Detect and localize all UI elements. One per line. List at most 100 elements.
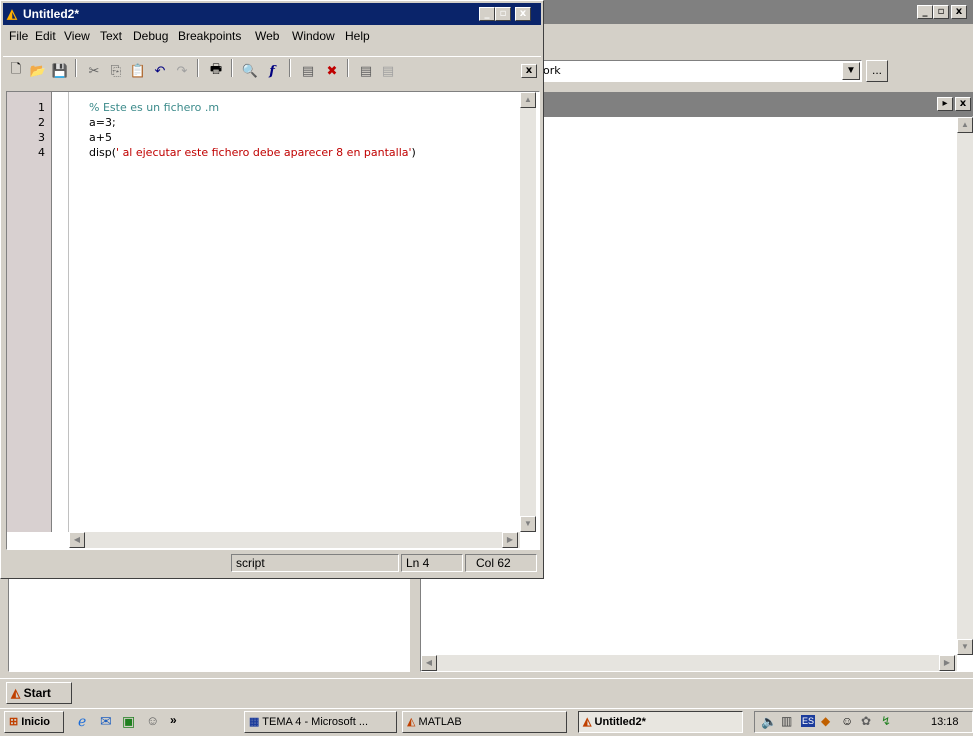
code-function: disp( [89, 146, 117, 159]
code-text[interactable]: a=3; [89, 115, 116, 130]
scroll-right-icon[interactable]: ▶ [502, 532, 518, 548]
network-icon[interactable]: ▥ [781, 714, 792, 728]
undo-icon[interactable]: ↶ [149, 60, 171, 82]
scroll-left-icon[interactable]: ◀ [421, 655, 437, 671]
editor-close-button[interactable]: x [515, 7, 531, 21]
open-file-icon[interactable]: 📂 [27, 60, 49, 82]
scroll-left-icon[interactable]: ◀ [69, 532, 85, 548]
panel-close-button[interactable]: x [955, 97, 971, 111]
code-text[interactable]: disp(' al ejecutar este fichero debe apa… [89, 145, 416, 160]
maximize-button[interactable]: ▫ [933, 5, 949, 19]
menu-file[interactable]: File [9, 27, 28, 45]
command-window-hscrollbar[interactable]: ◀ ▶ [421, 655, 957, 671]
clear-breakpoints-icon[interactable]: ✖ [321, 60, 343, 82]
editor-vscrollbar[interactable]: ▲ ▼ [520, 92, 536, 532]
function-icon[interactable]: f [261, 60, 283, 82]
line-number: 3 [38, 131, 45, 144]
menu-window[interactable]: Window [292, 27, 335, 45]
editor-title-bar[interactable]: ◭ Untitled2* _ ▫ x [3, 3, 541, 25]
scroll-right-icon[interactable]: ▶ [939, 655, 955, 671]
desktop-icon[interactable]: ▣ [122, 713, 135, 730]
undock-button[interactable]: ▸ [937, 97, 953, 111]
matlab-start-bar [0, 678, 973, 706]
shield-icon[interactable]: ◆ [821, 714, 830, 728]
clock[interactable]: 13:18 [931, 716, 959, 728]
taskbar-item-word[interactable]: ▦ TEMA 4 - Microsoft ... [244, 711, 397, 733]
matlab-start-button[interactable]: ◭ Start [6, 682, 72, 704]
line-number: 2 [38, 116, 45, 129]
word-icon: ▦ [249, 716, 260, 728]
menu-text[interactable]: Text [100, 27, 122, 45]
panda-tray-icon[interactable]: ☺ [841, 714, 853, 728]
current-directory-field[interactable]: ork [540, 60, 862, 82]
toolbar-separator [197, 59, 199, 77]
current-directory-value: ork [543, 64, 561, 77]
scroll-down-icon[interactable]: ▼ [520, 516, 536, 532]
editor-app-icon: ◭ [7, 6, 17, 21]
status-mode: script [231, 554, 399, 572]
editor-minimize-button[interactable]: _ [479, 7, 495, 21]
menu-breakpoints[interactable]: Breakpoints [178, 27, 241, 45]
quick-launch: ℯ ✉ ▣ ☺ » [70, 713, 238, 733]
code-lines: 1 % Este es un fichero .m 2 a=3; 3 a+5 4… [7, 100, 517, 160]
taskbar-item-editor[interactable]: ◭ Untitled2* [578, 711, 743, 733]
paste-icon[interactable]: 📋 [127, 60, 149, 82]
line-number: 1 [38, 101, 45, 114]
chevron-down-icon: ▼ [846, 65, 856, 76]
panda-icon[interactable]: ☺ [146, 713, 159, 728]
inicio-button[interactable]: ⊞ Inicio [4, 711, 64, 733]
ie-icon[interactable]: ℯ [78, 713, 86, 730]
toolbar-close-button[interactable]: x [521, 64, 537, 78]
editor-toolbar: 🗋 📂 💾 ✂ ⎘ 📋 ↶ ↷ 🖶 🔍 f ▤ ✖ ▤ ▤ x [3, 56, 541, 84]
code-line: 3 a+5 [7, 130, 517, 145]
volume-icon[interactable]: 🔈 [761, 714, 777, 730]
close-button[interactable]: x [951, 5, 967, 19]
windows-logo-icon: ⊞ [9, 716, 19, 728]
status-line: Ln 4 [401, 554, 463, 572]
editor-status-bar: script Ln 4 Col 62 [3, 552, 541, 574]
menu-debug[interactable]: Debug [133, 27, 168, 45]
step-icon[interactable]: ▤ [355, 60, 377, 82]
toolbar-separator [289, 59, 291, 77]
step-in-icon[interactable]: ▤ [377, 60, 399, 82]
code-text[interactable]: a+5 [89, 130, 112, 145]
copy-icon[interactable]: ⎘ [105, 60, 127, 82]
menu-web[interactable]: Web [255, 27, 279, 45]
cut-icon[interactable]: ✂ [83, 60, 105, 82]
chevron-icon[interactable]: » [170, 713, 177, 727]
system-tray: 🔈 ▥ ES ◆ ☺ ✿ ↯ 13:18 [754, 711, 973, 733]
matlab-editor-icon: ◭ [583, 716, 592, 728]
menu-edit[interactable]: Edit [35, 27, 56, 45]
directory-dropdown-button[interactable]: ▼ [842, 62, 860, 80]
outlook-icon[interactable]: ✉ [100, 713, 112, 730]
app-tray-icon[interactable]: ✿ [861, 714, 871, 728]
code-line: 1 % Este es un fichero .m [7, 100, 517, 115]
set-breakpoint-icon[interactable]: ▤ [297, 60, 319, 82]
scroll-up-icon[interactable]: ▲ [520, 92, 536, 108]
windows-taskbar: ⊞ Inicio ℯ ✉ ▣ ☺ » ▦ TEMA 4 - Microsoft … [0, 708, 973, 736]
print-icon[interactable]: 🖶 [205, 60, 227, 82]
save-icon[interactable]: 💾 [49, 60, 71, 82]
command-window-vscrollbar[interactable]: ▲ ▼ [957, 117, 973, 655]
find-icon[interactable]: 🔍 [239, 60, 261, 82]
matlab-logo-icon: ◭ [11, 686, 21, 700]
command-window-header [540, 92, 973, 116]
tray-extra-icon[interactable]: ↯ [881, 714, 891, 728]
minimize-button[interactable]: _ [917, 5, 933, 19]
taskbar-item-matlab[interactable]: ◭ MATLAB [402, 711, 567, 733]
editor-hscrollbar[interactable]: ◀ ▶ [69, 532, 520, 548]
language-indicator[interactable]: ES [801, 715, 816, 727]
code-string: ' al ejecutar este fichero debe aparecer… [116, 146, 412, 159]
history-panel[interactable] [8, 578, 410, 672]
new-file-icon[interactable]: 🗋 [5, 60, 27, 82]
menu-help[interactable]: Help [345, 27, 370, 45]
redo-icon[interactable]: ↷ [171, 60, 193, 82]
code-line: 4 disp(' al ejecutar este fichero debe a… [7, 145, 517, 160]
status-column: Col 62 [465, 554, 537, 572]
browse-button[interactable]: ... [866, 60, 888, 82]
editor-maximize-button[interactable]: ▫ [495, 7, 511, 21]
scroll-up-icon[interactable]: ▲ [957, 117, 973, 133]
scroll-down-icon[interactable]: ▼ [957, 639, 973, 655]
code-text[interactable]: % Este es un fichero .m [89, 100, 219, 115]
menu-view[interactable]: View [64, 27, 90, 45]
